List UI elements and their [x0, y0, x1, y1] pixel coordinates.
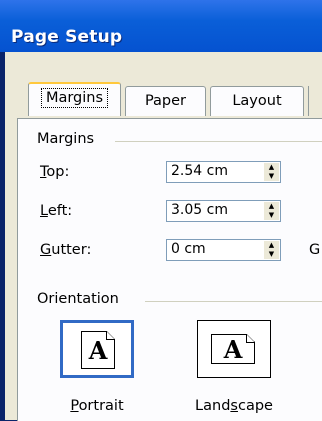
tab-layout-label: Layout: [232, 93, 282, 109]
page-fold-icon: [246, 334, 255, 343]
spin-down-icon[interactable]: ▼: [264, 250, 279, 259]
top-label: Top:: [40, 164, 69, 180]
landscape-label[interactable]: Landscape: [192, 398, 276, 414]
left-margin-input[interactable]: 3.05 cm ▲ ▼: [166, 200, 281, 222]
landscape-option[interactable]: A: [197, 320, 271, 378]
tab-margins[interactable]: Margins: [28, 82, 121, 116]
orientation-group-line: [145, 301, 322, 302]
landscape-label-pre: Land: [195, 398, 231, 414]
title-bar: Page Setup: [0, 0, 322, 52]
margins-group-line: [115, 141, 322, 142]
portrait-label-mnemonic: P: [70, 398, 79, 414]
left-label-mnemonic: L: [40, 203, 48, 219]
spin-up-icon[interactable]: ▲: [264, 241, 279, 250]
spin-up-icon[interactable]: ▲: [264, 163, 279, 172]
tab-paper-label: Paper: [144, 93, 187, 109]
portrait-label[interactable]: Portrait: [60, 398, 134, 414]
orientation-group-label: Orientation: [37, 291, 123, 307]
gutter-label-mnemonic: G: [40, 242, 52, 258]
left-label: Left:: [40, 203, 72, 219]
portrait-label-rest: ortrait: [78, 398, 124, 414]
spin-down-icon[interactable]: ▼: [264, 172, 279, 181]
spin-down-icon[interactable]: ▼: [264, 211, 279, 220]
top-margin-input[interactable]: 2.54 cm ▲ ▼: [166, 161, 281, 183]
margins-group-label: Margins: [37, 131, 99, 147]
page-fold-icon: [106, 331, 115, 340]
spin-up-icon[interactable]: ▲: [264, 202, 279, 211]
gutter-input[interactable]: 0 cm ▲ ▼: [166, 239, 281, 261]
top-label-rest: op:: [46, 164, 70, 180]
portrait-option[interactable]: A: [60, 320, 134, 378]
landscape-label-rest: cape: [237, 398, 273, 414]
tab-margins-label: Margins: [40, 88, 109, 108]
portrait-page-icon: A: [81, 331, 115, 369]
tab-paper[interactable]: Paper: [125, 86, 206, 116]
tab-overflow-edge: [308, 86, 322, 116]
landscape-label-mnemonic: s: [230, 398, 238, 414]
gutter-label: Gutter:: [40, 242, 91, 258]
gutter-spinner: ▲ ▼: [264, 241, 279, 259]
tab-layout[interactable]: Layout: [210, 86, 304, 116]
portrait-icon-glyph: A: [88, 335, 108, 365]
landscape-icon-glyph: A: [223, 334, 243, 364]
top-margin-value: 2.54 cm: [171, 163, 228, 179]
gutter-position-label: G: [309, 242, 321, 258]
gutter-value: 0 cm: [171, 241, 206, 257]
window-title: Page Setup: [11, 27, 123, 47]
landscape-page-icon: A: [211, 334, 255, 364]
left-label-rest: eft:: [47, 203, 73, 219]
left-margin-spinner: ▲ ▼: [264, 202, 279, 220]
gutter-label-rest: utter:: [51, 242, 92, 258]
left-margin-value: 3.05 cm: [171, 202, 228, 218]
top-margin-spinner: ▲ ▼: [264, 163, 279, 181]
